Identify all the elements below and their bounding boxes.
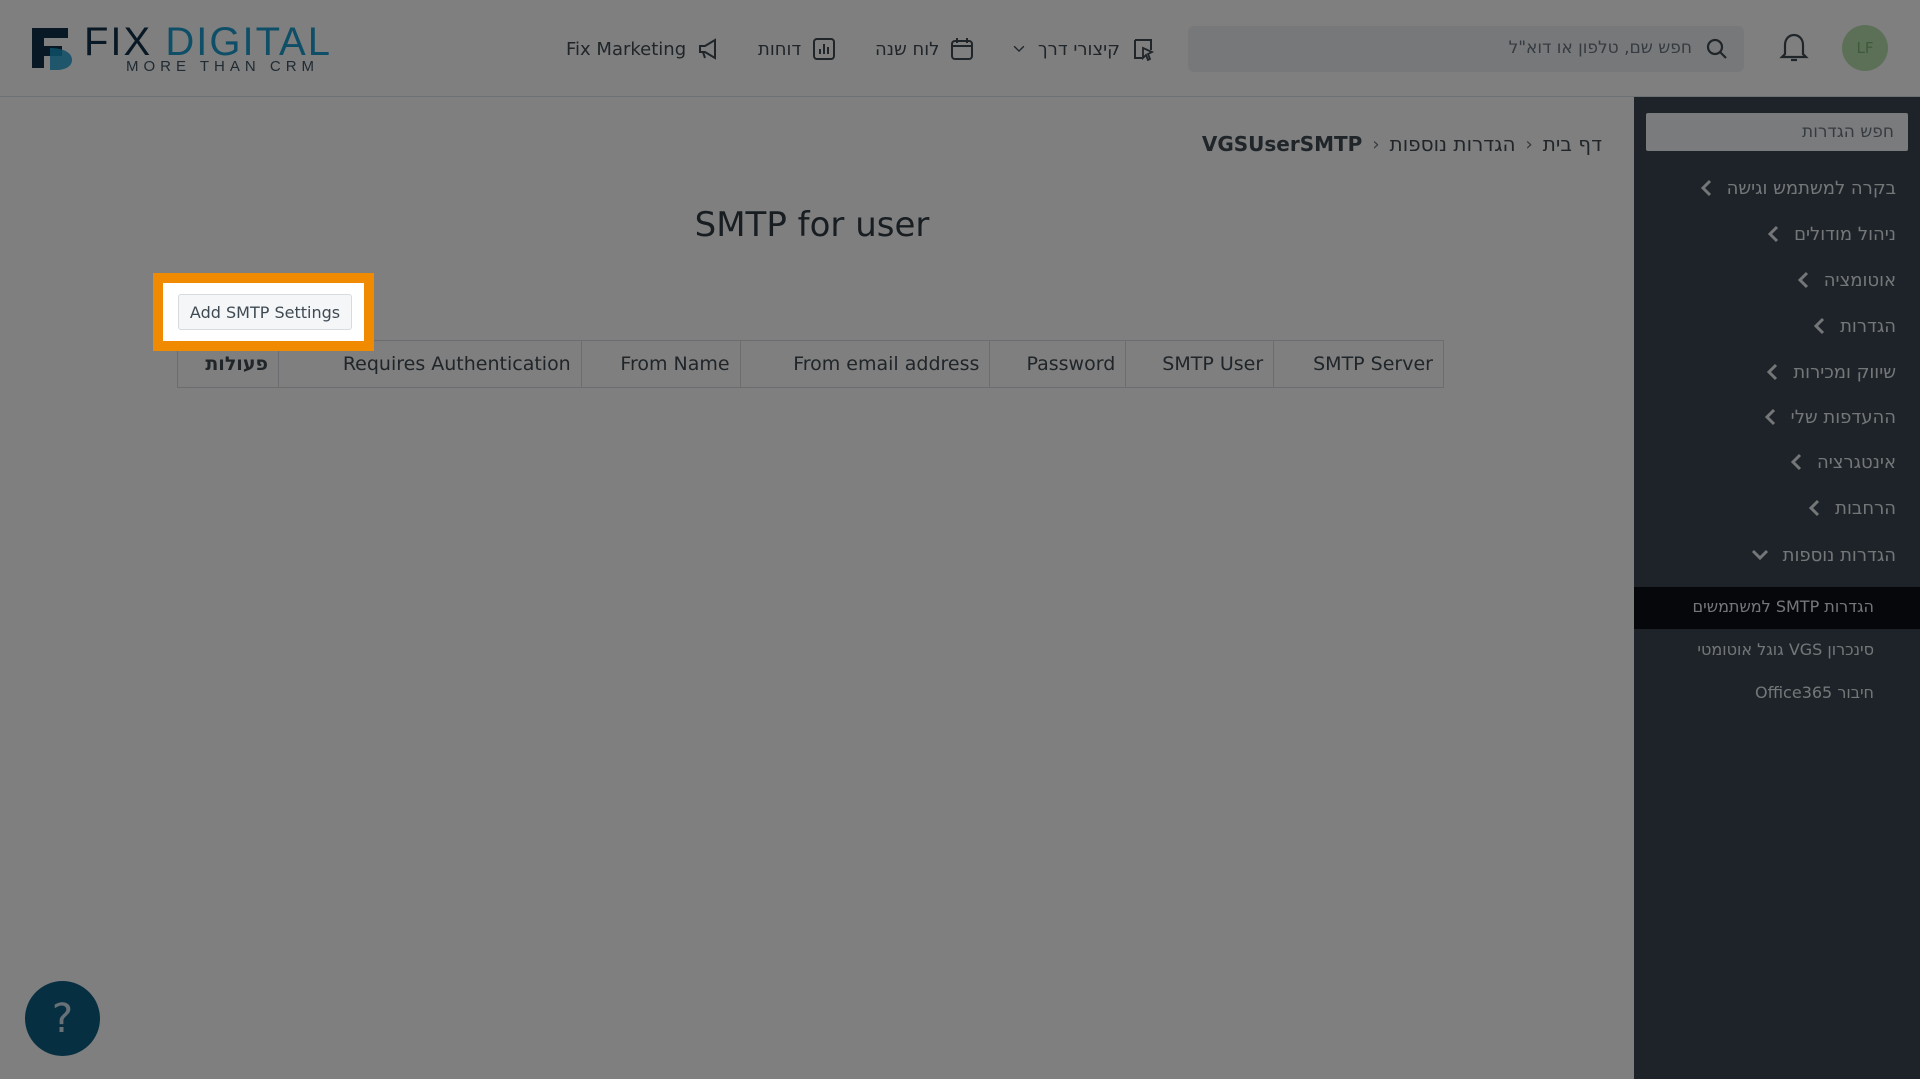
sidebar-item-label: שיווק ומכירות (1793, 361, 1896, 383)
sidebar-subitem-office365[interactable]: חיבור Office365 (1755, 683, 1874, 702)
sidebar-item-label: הרחבות (1835, 497, 1896, 519)
chevron-left-icon (1764, 408, 1775, 426)
nav-calendar-label: לוח שנה (875, 38, 940, 60)
column-header-smtp-user[interactable]: SMTP User (1125, 340, 1275, 388)
pointer-cursor-icon (1133, 39, 1155, 62)
sidebar-item-label: הגדרות נוספות (1782, 544, 1896, 566)
chevron-left-icon (1767, 363, 1778, 381)
search-icon[interactable] (1704, 36, 1730, 62)
column-header-password[interactable]: Password (989, 340, 1127, 388)
logo-tagline: MORE THAN CRM (126, 58, 320, 75)
column-header-from-email[interactable]: From email address (739, 340, 991, 388)
sidebar-subitem-vgs-google-sync[interactable]: סינכרון VGS גוגל אוטומטי (1697, 640, 1874, 659)
sidebar-item-label: ההעדפות שלי (1790, 406, 1896, 428)
nav-shortcuts-label: קיצורי דרך (1038, 38, 1120, 60)
chevron-down-icon (1013, 45, 1025, 53)
sidebar-item-integration[interactable]: אינטגרציה (1789, 447, 1896, 477)
breadcrumb: דף בית ‹ הגדרות נוספות ‹ VGSUserSMTP (1202, 132, 1602, 156)
breadcrumb-current: VGSUserSMTP (1201, 132, 1363, 156)
nav-fix-marketing-label: Fix Marketing (566, 38, 687, 60)
fix-digital-logo[interactable]: FIX DIGITAL MORE THAN CRM (28, 22, 348, 78)
nav-calendar[interactable]: לוח שנה (875, 34, 975, 64)
add-smtp-settings-button[interactable]: Add SMTP Settings (178, 294, 352, 330)
chevron-left-icon (1813, 317, 1825, 335)
global-search-input[interactable]: חפש שם, טלפון או דוא"ל (1188, 26, 1744, 72)
column-header-smtp-server[interactable]: SMTP Server (1273, 340, 1444, 388)
sidebar-item-label: בקרה למשתמש וגישה (1726, 177, 1896, 199)
sidebar-item-extensions[interactable]: הרחבות (1807, 493, 1896, 523)
settings-sidebar: חפש הגדרות בקרה למשתמש וגישה ניהול מודול… (1634, 97, 1920, 1079)
sidebar-item-additional-settings[interactable]: הגדרות נוספות (1751, 540, 1896, 570)
sidebar-item-label: ניהול מודולים (1794, 223, 1896, 245)
sidebar-item-label: הגדרות (1840, 315, 1896, 337)
user-avatar[interactable]: LF (1842, 25, 1888, 71)
sidebar-item-label: אוטומציה (1823, 269, 1896, 291)
chevron-left-icon (1809, 499, 1820, 517)
chevron-left-icon (1700, 179, 1711, 197)
sidebar-item-my-preferences[interactable]: ההעדפות שלי (1763, 402, 1896, 432)
sidebar-subitem-smtp-users[interactable]: הגדרות SMTP למשתמשים (1693, 597, 1874, 616)
breadcrumb-separator-icon: ‹ (1372, 133, 1380, 155)
question-mark-icon: ? (51, 995, 74, 1042)
dim-overlay (0, 0, 1920, 1079)
sidebar-item-label: אינטגרציה (1817, 451, 1896, 473)
megaphone-icon (699, 38, 717, 60)
breadcrumb-parent[interactable]: הגדרות נוספות (1390, 132, 1516, 156)
notification-bell-icon[interactable] (1779, 30, 1809, 64)
sidebar-item-settings[interactable]: הגדרות (1812, 311, 1896, 341)
sidebar-item-automation[interactable]: אוטומציה (1796, 265, 1896, 295)
top-header: FIX DIGITAL MORE THAN CRM Fix Marketing … (0, 0, 1920, 97)
nav-shortcuts[interactable]: קיצורי דרך (1010, 34, 1156, 64)
column-header-from-name[interactable]: From Name (580, 340, 741, 388)
sidebar-item-marketing-sales[interactable]: שיווק ומכירות (1765, 357, 1896, 387)
breadcrumb-home[interactable]: דף בית (1543, 132, 1602, 156)
logo-wordmark: FIX DIGITAL (84, 20, 332, 64)
chevron-left-icon (1790, 453, 1802, 471)
bar-chart-icon (813, 38, 836, 60)
logo-mark-icon (32, 28, 72, 70)
sidebar-item-module-management[interactable]: ניהול מודולים (1766, 219, 1896, 249)
nav-reports-label: דוחות (758, 38, 802, 60)
help-button[interactable]: ? (25, 981, 100, 1056)
nav-reports[interactable]: דוחות (758, 34, 837, 64)
settings-search-input[interactable]: חפש הגדרות (1646, 113, 1908, 151)
chevron-left-icon (1767, 225, 1779, 243)
nav-fix-marketing[interactable]: Fix Marketing (566, 34, 722, 64)
chevron-down-icon (1751, 549, 1768, 561)
global-search-placeholder: חפש שם, טלפון או דוא"ל (1508, 38, 1692, 58)
calendar-icon (951, 38, 974, 60)
page-title: SMTP for user (694, 205, 930, 245)
breadcrumb-separator-icon: ‹ (1525, 133, 1533, 155)
sidebar-item-user-control[interactable]: בקרה למשתמש וגישה (1699, 173, 1896, 203)
chevron-left-icon (1797, 271, 1808, 289)
